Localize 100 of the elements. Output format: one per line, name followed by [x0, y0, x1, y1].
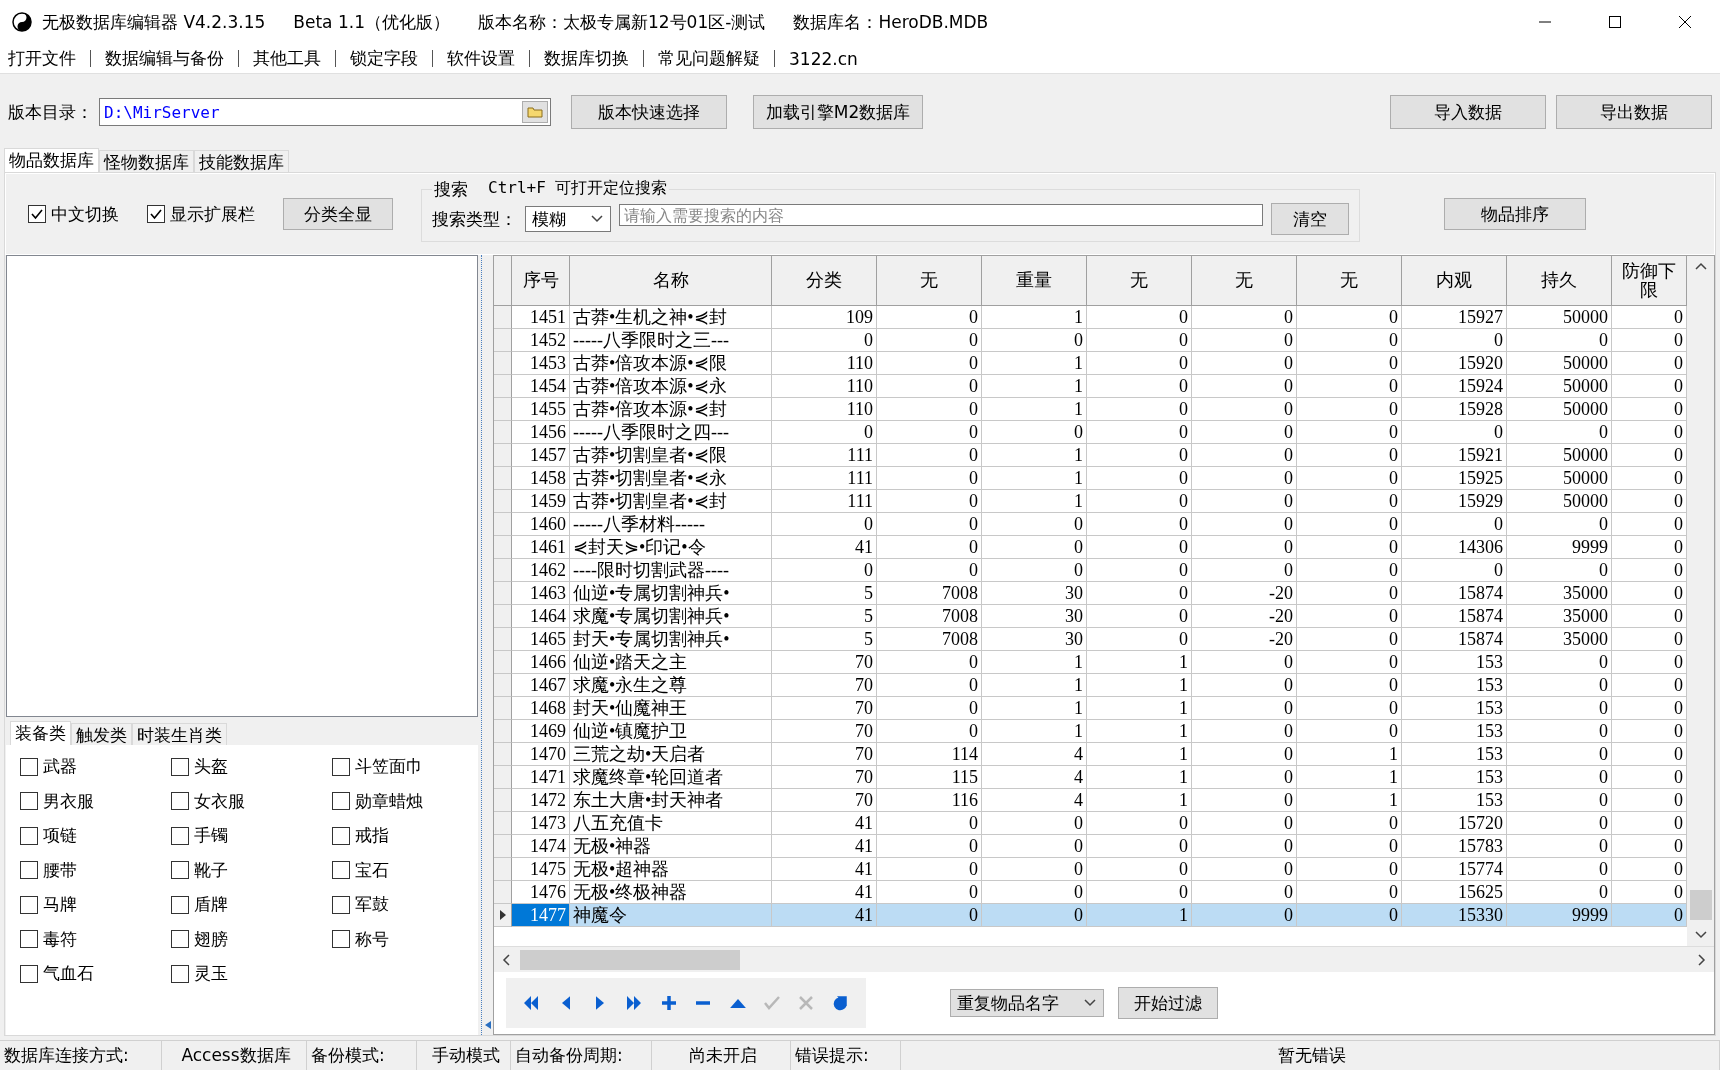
column-header[interactable]: 序号 [512, 256, 570, 306]
checkbox[interactable]: 盾牌 [171, 893, 332, 916]
table-cell: 0 [1297, 352, 1402, 375]
filter-select[interactable]: 重复物品名字 [950, 989, 1104, 1017]
table-cell: 0 [1192, 789, 1297, 812]
table-cell: 0 [877, 858, 982, 881]
table-cell: 1 [1297, 789, 1402, 812]
table-cell: 1472 [512, 789, 570, 812]
checkbox[interactable]: 男衣服 [20, 789, 171, 813]
column-header[interactable]: 分类 [772, 256, 877, 306]
checkbox[interactable]: 中文切换 [28, 202, 119, 226]
table-cell: 1473 [512, 812, 570, 835]
scroll-thumb[interactable] [1689, 890, 1712, 920]
tab[interactable]: 时装生肖类 [132, 723, 227, 745]
checkbox[interactable]: 勋章蜡烛 [332, 789, 482, 813]
checkbox[interactable]: 毒符 [20, 927, 171, 951]
table-cell: 0 [877, 904, 982, 927]
table-cell: 0 [1297, 467, 1402, 490]
checkbox[interactable]: 女衣服 [171, 789, 332, 813]
export-button[interactable]: 导出数据 [1556, 95, 1712, 129]
menu-item[interactable]: 其他工具 [253, 47, 335, 70]
row-header[interactable] [494, 904, 512, 927]
checkbox[interactable]: 武器 [20, 755, 171, 778]
minus-icon [696, 1001, 711, 1005]
search-field[interactable]: 请输入需要搜索的内容 [619, 204, 1263, 226]
path-field[interactable]: D:\MirServer [99, 98, 551, 126]
table-cell: -20 [1192, 605, 1297, 628]
horizontal-scrollbar[interactable] [494, 946, 1714, 972]
show-all-button[interactable]: 分类全显 [283, 198, 393, 230]
checkbox[interactable]: 手镯 [171, 824, 332, 847]
tab[interactable]: 怪物数据库 [99, 150, 194, 172]
table-cell: 1 [1087, 766, 1192, 789]
clear-button[interactable]: 清空 [1271, 203, 1349, 235]
checkbox[interactable]: 翅膀 [171, 927, 332, 951]
checkbox[interactable]: 军鼓 [332, 893, 482, 916]
tab[interactable]: 物品数据库 [4, 148, 99, 172]
tab[interactable]: 技能数据库 [194, 150, 289, 172]
checkbox[interactable]: 项链 [20, 824, 171, 847]
checkbox[interactable]: 头盔 [171, 755, 332, 778]
filter-button[interactable]: 开始过滤 [1118, 987, 1218, 1019]
menu-item[interactable]: 数据库切换 [544, 47, 643, 70]
up-triangle-icon [729, 998, 746, 1008]
table-cell: 0 [1507, 651, 1612, 674]
checkbox[interactable]: 戒指 [332, 824, 482, 847]
checkbox[interactable]: 宝石 [332, 858, 482, 882]
browse-button[interactable] [522, 101, 548, 123]
status-label: 备份模式: [307, 1041, 417, 1070]
table-cell: 0 [1297, 513, 1402, 536]
column-header[interactable]: 内观 [1402, 256, 1507, 306]
table-cell: 0 [1612, 766, 1687, 789]
table-cell: 0 [1087, 421, 1192, 444]
checkbox[interactable]: 称号 [332, 927, 482, 951]
checkbox[interactable]: 显示扩展栏 [147, 202, 255, 226]
status-value: 尚未开启 [652, 1041, 791, 1070]
table-cell: 0 [1612, 329, 1687, 352]
menu-item[interactable]: 锁定字段 [350, 47, 432, 70]
column-header[interactable]: 无 [877, 256, 982, 306]
menu-item[interactable]: 3122.cn [789, 48, 872, 69]
menu-item[interactable]: 打开文件 [8, 47, 90, 70]
table-cell: 0 [982, 835, 1087, 858]
column-header[interactable]: 持久 [1507, 256, 1612, 306]
vertical-scrollbar[interactable] [1687, 256, 1714, 946]
table-cell: 1455 [512, 398, 570, 421]
tab[interactable]: 触发类 [71, 723, 132, 745]
menu-item[interactable]: 软件设置 [447, 47, 529, 70]
sort-button[interactable]: 物品排序 [1444, 198, 1586, 230]
table-cell: 古莽•切割皇者•⋞限 [570, 444, 772, 467]
column-header[interactable]: 防御下限 [1612, 256, 1687, 306]
load-database-button[interactable]: 加载引擎M2数据库 [753, 95, 923, 129]
close-icon [1678, 15, 1692, 29]
table-cell: 35000 [1507, 582, 1612, 605]
checkbox[interactable]: 斗笠面巾 [332, 755, 482, 778]
checkbox[interactable]: 马牌 [20, 893, 171, 916]
column-header[interactable]: 无 [1087, 256, 1192, 306]
table-cell: 0 [1612, 720, 1687, 743]
table-cell: 0 [1507, 743, 1612, 766]
table-cell: 0 [1192, 306, 1297, 329]
import-button[interactable]: 导入数据 [1390, 95, 1546, 129]
column-header[interactable]: 名称 [570, 256, 772, 306]
checkbox[interactable]: 气血石 [20, 962, 171, 985]
scroll-thumb[interactable] [520, 949, 740, 970]
checkbox[interactable]: 靴子 [171, 858, 332, 882]
column-header[interactable]: 无 [1297, 256, 1402, 306]
table-cell: 0 [1612, 881, 1687, 904]
search-type-select[interactable]: 模糊 [525, 206, 611, 232]
menu-item[interactable]: 常见问题解疑 [658, 47, 774, 70]
table-cell: 0 [877, 444, 982, 467]
checkbox[interactable]: 腰带 [20, 858, 171, 882]
table-cell: 0 [1087, 835, 1192, 858]
table-cell: 0 [1192, 697, 1297, 720]
column-header[interactable]: 无 [1192, 256, 1297, 306]
checkbox[interactable]: 灵玉 [171, 962, 332, 985]
tab[interactable]: 装备类 [10, 721, 71, 745]
table-cell: 153 [1402, 651, 1507, 674]
quick-select-button[interactable]: 版本快速选择 [571, 95, 727, 129]
table-cell: 0 [1087, 398, 1192, 421]
menu-item[interactable]: 数据编辑与备份 [105, 47, 238, 70]
table-cell: 1467 [512, 674, 570, 697]
table-cell: 0 [1192, 858, 1297, 881]
column-header[interactable]: 重量 [982, 256, 1087, 306]
